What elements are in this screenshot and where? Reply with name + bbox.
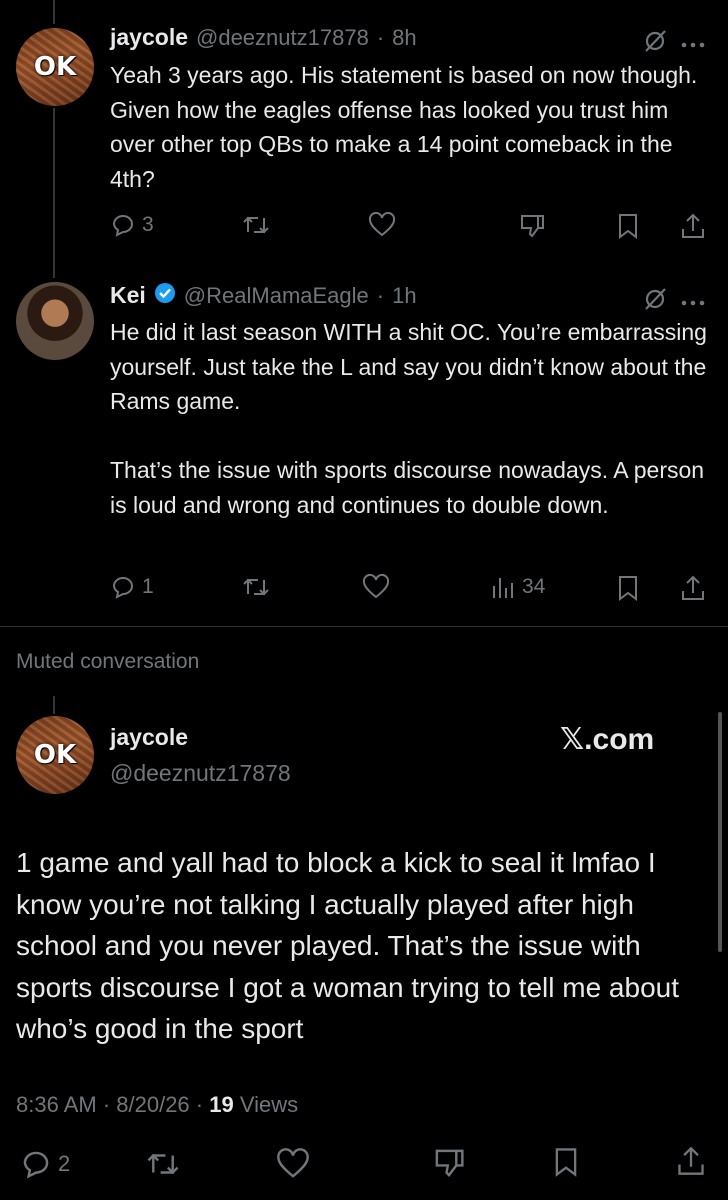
- retweet-button[interactable]: [242, 574, 270, 600]
- reply-count: 1: [142, 575, 154, 598]
- bookmark-button[interactable]: [616, 212, 640, 240]
- thread-line: [53, 696, 55, 714]
- tweet-meta: 8:36 AM · 8/20/26 · 19 Views: [16, 1092, 298, 1118]
- reply-button[interactable]: 3: [110, 212, 154, 238]
- reply-icon: [23, 1151, 49, 1179]
- bookmark-icon: [555, 1148, 577, 1177]
- share-icon: [682, 213, 704, 238]
- views-count: 34: [522, 575, 546, 598]
- views-label: Views: [233, 1092, 299, 1117]
- dislike-icon: [521, 215, 544, 238]
- grok-icon[interactable]: [642, 28, 668, 59]
- author-name[interactable]: Kei: [110, 282, 146, 309]
- retweet-button[interactable]: [146, 1148, 180, 1180]
- avatar-text: OK: [33, 52, 77, 82]
- like-icon: [368, 212, 396, 237]
- tweet-text: 1 game and yall had to block a kick to s…: [16, 847, 679, 1044]
- brand-label: 𝕏.com: [560, 723, 655, 756]
- like-icon: [277, 1148, 309, 1178]
- retweet-icon: [147, 1153, 179, 1175]
- tweet-timestamp[interactable]: 8:36 AM · 8/20/26 ·: [16, 1092, 209, 1117]
- author-name[interactable]: jaycole: [110, 724, 188, 751]
- tweet-time[interactable]: 1h: [392, 283, 416, 309]
- reply-button[interactable]: 1: [110, 574, 154, 600]
- retweet-icon: [243, 578, 269, 596]
- share-button[interactable]: [680, 574, 706, 602]
- views-button[interactable]: 34: [490, 574, 545, 600]
- more-icon[interactable]: [680, 294, 706, 312]
- tweet-text: Yeah 3 years ago. His statement is based…: [110, 62, 704, 192]
- bookmark-icon: [619, 214, 637, 239]
- author-handle[interactable]: @RealMamaEagle: [184, 283, 369, 309]
- reply-count: 3: [142, 213, 154, 236]
- like-button[interactable]: [276, 1148, 310, 1180]
- bookmark-icon: [619, 576, 637, 601]
- share-button[interactable]: [680, 212, 706, 240]
- scrollbar[interactable]: [718, 712, 722, 952]
- dislike-button[interactable]: [432, 1146, 466, 1180]
- more-icon[interactable]: [680, 36, 706, 54]
- reply-count: 2: [58, 1151, 71, 1176]
- avatar-text: OK: [33, 740, 77, 770]
- avatar[interactable]: [16, 282, 94, 360]
- share-icon: [682, 575, 704, 600]
- dislike-button[interactable]: [518, 212, 546, 240]
- tweet-text: He did it last season WITH a shit OC. Yo…: [110, 319, 707, 518]
- divider: [0, 626, 728, 627]
- tweet-header: Kei @RealMamaEagle · 1h: [110, 282, 417, 309]
- avatar[interactable]: OK: [16, 716, 94, 794]
- bookmark-button[interactable]: [616, 574, 640, 602]
- tweet-time[interactable]: 8h: [392, 25, 416, 51]
- thread-line-top: [53, 0, 55, 24]
- muted-conversation-label[interactable]: Muted conversation: [16, 650, 199, 674]
- retweet-icon: [243, 216, 269, 234]
- like-button[interactable]: [368, 212, 396, 238]
- reply-icon: [112, 577, 133, 599]
- avatar[interactable]: OK: [16, 28, 94, 106]
- reply-icon: [112, 215, 133, 237]
- retweet-button[interactable]: [242, 212, 270, 238]
- share-icon: [678, 1146, 704, 1175]
- views-count: 19: [209, 1092, 234, 1117]
- author-name[interactable]: jaycole: [110, 24, 188, 51]
- views-icon: [493, 578, 513, 598]
- dislike-icon: [435, 1149, 464, 1177]
- reply-button[interactable]: 2: [20, 1148, 70, 1180]
- separator-dot: ·: [376, 283, 385, 308]
- share-button[interactable]: [676, 1144, 706, 1178]
- separator-dot: ·: [376, 25, 385, 50]
- tweet-header: jaycole @deeznutz17878 · 8h: [110, 24, 417, 51]
- author-handle[interactable]: @deeznutz17878: [196, 25, 369, 51]
- bookmark-button[interactable]: [552, 1146, 580, 1178]
- author-handle[interactable]: @deeznutz17878: [110, 760, 291, 787]
- verified-icon: [154, 282, 176, 309]
- like-button[interactable]: [362, 574, 390, 600]
- grok-icon[interactable]: [642, 286, 668, 317]
- thread-line: [53, 108, 55, 278]
- like-icon: [362, 574, 390, 599]
